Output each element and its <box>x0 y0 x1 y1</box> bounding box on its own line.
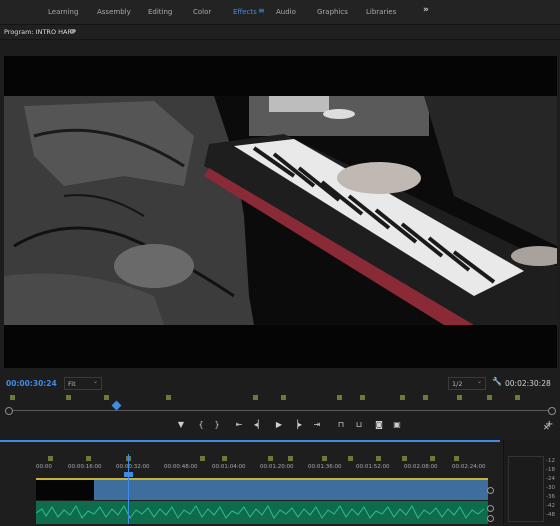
program-monitor-header: Program: INTRO HARP ≡ <box>0 25 560 40</box>
track-end-handle[interactable] <box>487 505 494 512</box>
marker[interactable] <box>402 456 407 461</box>
marker[interactable] <box>10 395 15 400</box>
tab-color[interactable]: Color <box>193 8 211 16</box>
tab-assembly[interactable]: Assembly <box>97 8 131 16</box>
track-end-handle[interactable] <box>487 515 494 522</box>
marker[interactable] <box>348 456 353 461</box>
timeline-ruler-label: 00:00:16:00 <box>68 464 102 470</box>
timeline-ruler-label: 00:01:04:00 <box>212 464 246 470</box>
extract-icon[interactable]: ⊔ <box>352 420 366 429</box>
mark-in-icon[interactable]: { <box>194 420 208 429</box>
audio-clip[interactable] <box>36 501 488 524</box>
current-timecode[interactable]: 00:00:30:24 <box>6 379 57 388</box>
program-title[interactable]: Program: INTRO HARP <box>4 28 76 36</box>
marker[interactable] <box>423 395 428 400</box>
marker[interactable] <box>104 395 109 400</box>
marker[interactable] <box>376 456 381 461</box>
timeline-ruler-label: 00:00:32:00 <box>116 464 150 470</box>
timeline-ruler-label: 00:00 <box>36 464 52 470</box>
zoom-dropdown-label: Fit <box>68 380 76 388</box>
timeline-ruler-label: 00:01:36:00 <box>308 464 342 470</box>
resolution-dropdown-label: 1/2 <box>452 380 463 388</box>
marker[interactable] <box>200 456 205 461</box>
chevron-down-icon: ⌄ <box>477 378 483 385</box>
marker[interactable] <box>86 456 91 461</box>
video-frame-image <box>4 96 557 325</box>
marker[interactable] <box>288 456 293 461</box>
marker[interactable] <box>515 395 520 400</box>
meter-scale-label: -42 <box>546 503 555 509</box>
marker[interactable] <box>430 456 435 461</box>
marker[interactable] <box>48 456 53 461</box>
tab-graphics[interactable]: Graphics <box>317 8 348 16</box>
marker[interactable] <box>360 395 365 400</box>
meter-scale-label: -30 <box>546 485 555 491</box>
meter-scale-label: -24 <box>546 476 555 482</box>
timeline-marker-row <box>36 456 488 462</box>
tab-audio[interactable]: Audio <box>276 8 296 16</box>
timeline-ruler-label: 00:01:20:00 <box>260 464 294 470</box>
marker[interactable] <box>337 395 342 400</box>
timeline-playhead-handle[interactable] <box>124 472 133 477</box>
playhead-mini[interactable] <box>111 400 122 411</box>
export-frame-icon[interactable]: ◙ <box>372 420 386 429</box>
marker[interactable] <box>222 456 227 461</box>
marker[interactable] <box>281 395 286 400</box>
step-back-icon[interactable]: ◂▏ <box>252 420 266 429</box>
lift-icon[interactable]: ⊓ <box>334 420 348 429</box>
go-to-out-icon[interactable]: ⇥ <box>310 420 324 429</box>
track-end-handle[interactable] <box>487 487 494 494</box>
meter-scale-label: -36 <box>546 494 555 500</box>
play-icon[interactable]: ▶ <box>272 420 286 429</box>
mark-out-icon[interactable]: } <box>210 420 224 429</box>
tab-learning[interactable]: Learning <box>48 8 78 16</box>
more-workspaces-icon[interactable]: » <box>423 5 429 15</box>
audio-meter <box>508 456 544 522</box>
meter-scale-label: -12 <box>546 458 555 464</box>
go-to-in-icon[interactable]: ⇤ <box>232 420 246 429</box>
meter-scale-label: -18 <box>546 467 555 473</box>
add-marker-icon[interactable]: ▼ <box>174 420 188 429</box>
timeline-playhead[interactable] <box>128 454 129 524</box>
duration-timecode: 00:02:30:28 <box>505 379 551 388</box>
panel-menu-icon[interactable]: ≡ <box>70 27 76 35</box>
marker[interactable] <box>457 395 462 400</box>
close-icon[interactable]: ✕ <box>543 423 550 432</box>
marker[interactable] <box>268 456 273 461</box>
ruler-start-handle[interactable] <box>5 407 13 415</box>
video-clip[interactable] <box>36 480 488 500</box>
tab-libraries[interactable]: Libraries <box>366 8 396 16</box>
tab-editing[interactable]: Editing <box>148 8 172 16</box>
marker[interactable] <box>454 456 459 461</box>
workspace-bar: Learning Assembly Editing Color Effects … <box>0 0 560 25</box>
marker[interactable] <box>400 395 405 400</box>
marker[interactable] <box>322 456 327 461</box>
timeline-ruler-label: 00:01:52:00 <box>356 464 390 470</box>
black-video-clip[interactable] <box>36 480 94 500</box>
comparison-view-icon[interactable]: ▣ <box>390 420 404 429</box>
tab-effects[interactable]: Effects <box>233 8 257 16</box>
step-forward-icon[interactable]: ▕▸ <box>290 420 304 429</box>
settings-wrench-icon[interactable]: 🔧 <box>492 377 502 386</box>
marker[interactable] <box>253 395 258 400</box>
meter-scale-label: -48 <box>546 512 555 518</box>
effects-menu-icon[interactable]: ≡ <box>258 6 265 15</box>
transport-controls: ▼ { } ⇤ ◂▏ ▶ ▕▸ ⇥ ⊓ ⊔ ◙ ▣ <box>170 420 410 434</box>
chevron-down-icon: ⌄ <box>93 378 99 385</box>
marker[interactable] <box>487 395 492 400</box>
video-frame <box>4 96 557 325</box>
marker[interactable] <box>66 395 71 400</box>
timeline-ruler-label: 00:02:24:00 <box>452 464 486 470</box>
timeline-ruler-label: 00:00:48:00 <box>164 464 198 470</box>
monitor-time-ruler[interactable] <box>8 410 550 411</box>
ruler-end-handle[interactable] <box>548 407 556 415</box>
audio-waveform <box>36 505 485 519</box>
marker[interactable] <box>166 395 171 400</box>
timeline-ruler-label: 00:02:08:00 <box>404 464 438 470</box>
